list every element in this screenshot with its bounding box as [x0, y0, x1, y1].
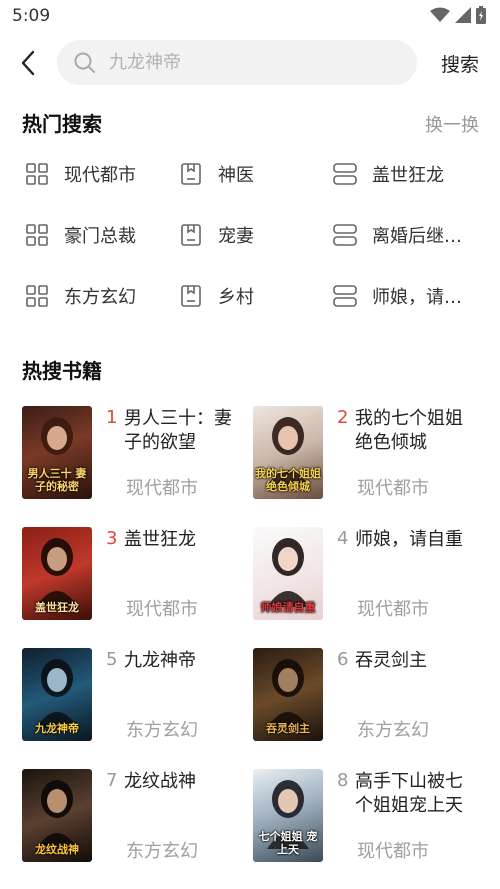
book-rank: 2: [337, 407, 349, 428]
hot-search-label: 豪门总裁: [64, 226, 136, 247]
book-card[interactable]: 九龙神帝 5 九龙神帝 东方玄幻: [22, 648, 247, 744]
book-card[interactable]: 我的七个姐姐 绝色倾城 2 我的七个姐姐绝色倾城现代都市: [253, 406, 478, 502]
book-card[interactable]: 师娘请自重 4 师娘，请自重 现代都市: [253, 527, 478, 623]
search-box[interactable]: [57, 40, 417, 85]
book-rank: 6: [337, 649, 349, 670]
book-category: 现代都市: [357, 841, 429, 862]
book-rank: 7: [106, 770, 118, 791]
book-cover[interactable]: 盖世狂龙: [22, 527, 92, 620]
book-cover-title: 师娘请自重: [260, 601, 316, 614]
book-cover-title: 吞灵剑主: [266, 722, 310, 735]
status-bar: 5:09: [0, 0, 500, 34]
signal-icon: [455, 7, 471, 23]
book-title[interactable]: 师娘，请自重: [355, 528, 475, 552]
grid-icon: [24, 222, 50, 248]
book-title[interactable]: 盖世狂龙: [124, 528, 244, 552]
book-rank: 5: [106, 649, 118, 670]
book-title[interactable]: 男人三十：妻子的欲望: [124, 407, 244, 455]
book-category: 现代都市: [357, 599, 429, 620]
book-category: 现代都市: [357, 478, 429, 499]
hot-search-title: 热门搜索: [22, 112, 102, 136]
status-time: 5:09: [12, 6, 51, 26]
book-category: 现代都市: [126, 599, 198, 620]
book-category: 东方玄幻: [126, 720, 198, 741]
book-cover-title: 我的七个姐姐 绝色倾城: [255, 467, 321, 493]
book-cover-title: 男人三十 妻子的秘密: [27, 467, 87, 493]
search-input[interactable]: [109, 40, 399, 85]
hot-search-label: 神医: [218, 165, 254, 186]
book-rank: 3: [106, 528, 118, 549]
book-cover[interactable]: 我的七个姐姐 绝色倾城: [253, 406, 323, 499]
wifi-icon: [430, 7, 450, 22]
book-card[interactable]: 龙纹战神 7 龙纹战神 东方玄幻: [22, 769, 247, 865]
hot-search-label: 宠妻: [218, 226, 254, 247]
book-card[interactable]: 七个姐姐 宠上天 8 高手下山被七个姐姐宠上天现代都市: [253, 769, 478, 865]
book-cover-title: 盖世狂龙: [35, 601, 79, 614]
book-category: 东方玄幻: [357, 720, 429, 741]
chevron-left-icon: [21, 50, 35, 76]
search-button[interactable]: 搜索: [441, 50, 479, 77]
hot-search-label: 离婚后继…: [372, 226, 462, 247]
list-icon: [332, 161, 358, 187]
status-icons: [430, 6, 486, 24]
list-icon: [332, 283, 358, 309]
hot-search-item[interactable]: 豪门总裁: [24, 220, 164, 250]
book-cover[interactable]: 九龙神帝: [22, 648, 92, 741]
battery-icon: [476, 6, 486, 24]
book-cover[interactable]: 男人三十 妻子的秘密: [22, 406, 92, 499]
grid-icon: [24, 283, 50, 309]
search-bar: 搜索: [0, 40, 500, 86]
book-title[interactable]: 九龙神帝: [124, 649, 244, 673]
hot-search-item[interactable]: 离婚后继…: [332, 220, 482, 250]
book-title[interactable]: 高手下山被七个姐姐宠上天: [355, 770, 475, 818]
book-cover-title: 九龙神帝: [35, 722, 79, 735]
book-cover-title: 七个姐姐 宠上天: [258, 830, 318, 856]
list-icon: [332, 222, 358, 248]
book-rank: 1: [106, 407, 118, 428]
grid-icon: [24, 161, 50, 187]
book-category: 东方玄幻: [126, 841, 198, 862]
hot-search-label: 现代都市: [64, 165, 136, 186]
book-card[interactable]: 吞灵剑主 6 吞灵剑主 东方玄幻: [253, 648, 478, 744]
book-rank: 4: [337, 528, 349, 549]
back-button[interactable]: [14, 48, 42, 78]
hot-books-title: 热搜书籍: [22, 359, 102, 383]
book-card[interactable]: 男人三十 妻子的秘密 1 男人三十：妻子的欲望现代都市: [22, 406, 247, 502]
book-cover[interactable]: 师娘请自重: [253, 527, 323, 620]
hot-search-item[interactable]: 师娘，请…: [332, 281, 482, 311]
book-icon: [178, 161, 204, 187]
hot-search-item[interactable]: 乡村: [178, 281, 318, 311]
book-card[interactable]: 盖世狂龙 3 盖世狂龙 现代都市: [22, 527, 247, 623]
hot-search-item[interactable]: 神医: [178, 159, 318, 189]
search-icon: [74, 52, 95, 73]
book-icon: [178, 283, 204, 309]
book-cover[interactable]: 七个姐姐 宠上天: [253, 769, 323, 862]
book-cover-title: 龙纹战神: [35, 843, 79, 856]
book-category: 现代都市: [126, 478, 198, 499]
hot-search-label: 盖世狂龙: [372, 165, 444, 186]
book-rank: 8: [337, 770, 349, 791]
book-title[interactable]: 龙纹战神: [124, 770, 244, 794]
book-cover[interactable]: 吞灵剑主: [253, 648, 323, 741]
hot-search-item[interactable]: 东方玄幻: [24, 281, 164, 311]
book-icon: [178, 222, 204, 248]
book-title[interactable]: 吞灵剑主: [355, 649, 475, 673]
refresh-button[interactable]: 换一换: [425, 111, 479, 137]
hot-search-label: 乡村: [218, 287, 254, 308]
hot-search-label: 东方玄幻: [64, 287, 136, 308]
hot-search-item[interactable]: 盖世狂龙: [332, 159, 482, 189]
hot-search-item[interactable]: 现代都市: [24, 159, 164, 189]
book-cover[interactable]: 龙纹战神: [22, 769, 92, 862]
hot-search-item[interactable]: 宠妻: [178, 220, 318, 250]
hot-search-label: 师娘，请…: [372, 287, 462, 308]
book-title[interactable]: 我的七个姐姐绝色倾城: [355, 407, 475, 455]
